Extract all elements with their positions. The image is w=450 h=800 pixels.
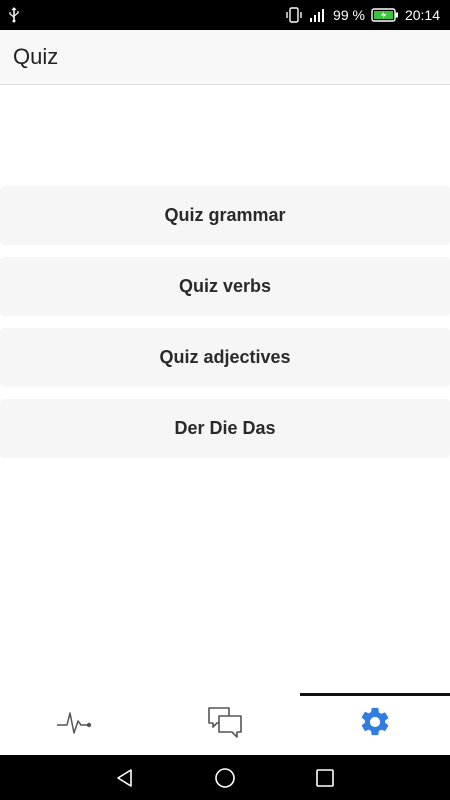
status-bar: 99 % 20:14	[0, 0, 450, 30]
quiz-verbs-button[interactable]: Quiz verbs	[0, 257, 450, 315]
tab-chat[interactable]	[150, 693, 300, 755]
quiz-adjectives-button[interactable]: Quiz adjectives	[0, 328, 450, 386]
system-nav-bar	[0, 755, 450, 800]
bottom-tab-bar	[0, 693, 450, 755]
battery-percent: 99 %	[333, 7, 365, 23]
battery-charging-icon	[371, 7, 399, 23]
tab-activity[interactable]	[0, 693, 150, 755]
page-title: Quiz	[13, 44, 59, 69]
clock: 20:14	[404, 7, 440, 23]
activity-icon	[55, 707, 95, 742]
tab-settings[interactable]	[300, 693, 450, 755]
back-icon[interactable]	[113, 766, 137, 790]
app-bar: Quiz	[0, 30, 450, 85]
vibrate-icon	[285, 7, 303, 23]
recents-icon[interactable]	[313, 766, 337, 790]
home-icon[interactable]	[213, 766, 237, 790]
quiz-grammar-button[interactable]: Quiz grammar	[0, 186, 450, 244]
signal-icon	[309, 7, 327, 23]
usb-icon	[8, 7, 20, 23]
quiz-list: Quiz grammar Quiz verbs Quiz adjectives …	[0, 186, 450, 470]
der-die-das-button[interactable]: Der Die Das	[0, 399, 450, 457]
gear-icon	[358, 705, 392, 744]
chat-icon	[207, 705, 243, 744]
